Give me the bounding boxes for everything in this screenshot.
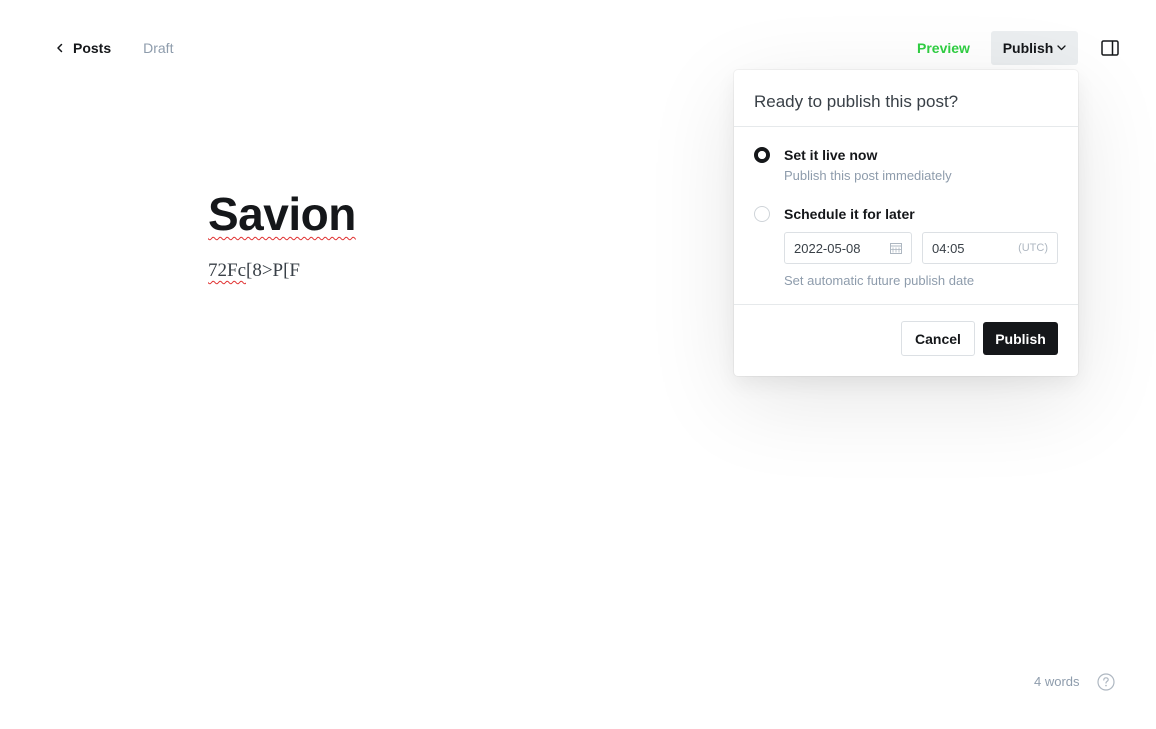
option-label: Set it live now bbox=[784, 147, 878, 163]
option-hint: Publish this post immediately bbox=[784, 168, 952, 183]
publish-time-input[interactable]: 04:05 (UTC) bbox=[922, 232, 1058, 264]
back-link-label: Posts bbox=[73, 40, 112, 56]
breadcrumb: Posts Draft bbox=[56, 38, 173, 58]
popover-actions: Cancel Publish bbox=[734, 305, 1078, 356]
chevron-down-icon bbox=[1057, 45, 1066, 51]
post-status: Draft bbox=[143, 40, 174, 56]
post-title-field[interactable]: Savion bbox=[208, 186, 356, 242]
date-value: 2022-05-08 bbox=[794, 240, 861, 256]
radio-schedule-later[interactable] bbox=[754, 206, 770, 222]
option-label: Schedule it for later bbox=[784, 206, 915, 222]
help-icon[interactable] bbox=[1097, 673, 1115, 691]
option-schedule-later[interactable]: Schedule it for later bbox=[754, 206, 1058, 222]
word-count: 4 words bbox=[1034, 674, 1080, 689]
popover-heading: Ready to publish this post? bbox=[734, 70, 1078, 127]
editor-page: Posts Draft Preview Publish Savion 72Fc[… bbox=[0, 0, 1156, 729]
confirm-publish-button[interactable]: Publish bbox=[983, 322, 1058, 355]
publish-options: Set it live now Publish this post immedi… bbox=[734, 127, 1078, 305]
option-publish-now[interactable]: Set it live now Publish this post immedi… bbox=[754, 147, 1058, 184]
time-value: 04:05 bbox=[932, 240, 965, 256]
misspelled-word: 72Fc bbox=[208, 260, 246, 281]
schedule-hint: Set automatic future publish date bbox=[784, 273, 975, 288]
publish-menu-toggle[interactable]: Publish bbox=[991, 31, 1078, 65]
radio-publish-now[interactable] bbox=[754, 147, 770, 163]
publish-date-input[interactable]: 2022-05-08 bbox=[784, 232, 912, 264]
preview-button[interactable]: Preview bbox=[917, 38, 970, 58]
sidebar-toggle-icon[interactable] bbox=[1101, 40, 1119, 56]
post-body-editor[interactable]: 72Fc[8>P[F bbox=[208, 259, 300, 283]
timezone-label: (UTC) bbox=[1018, 242, 1048, 254]
chevron-left-icon bbox=[57, 43, 63, 53]
back-to-posts-link[interactable]: Posts bbox=[56, 40, 111, 56]
body-text: [8>P[F bbox=[246, 260, 301, 281]
publish-popover: Ready to publish this post? Set it live … bbox=[734, 70, 1078, 376]
cancel-button[interactable]: Cancel bbox=[901, 321, 975, 356]
publish-toggle-label: Publish bbox=[1002, 40, 1054, 56]
schedule-fields: 2022-05-08 04:05 (UTC) bbox=[784, 232, 1058, 264]
calendar-icon bbox=[890, 243, 902, 254]
